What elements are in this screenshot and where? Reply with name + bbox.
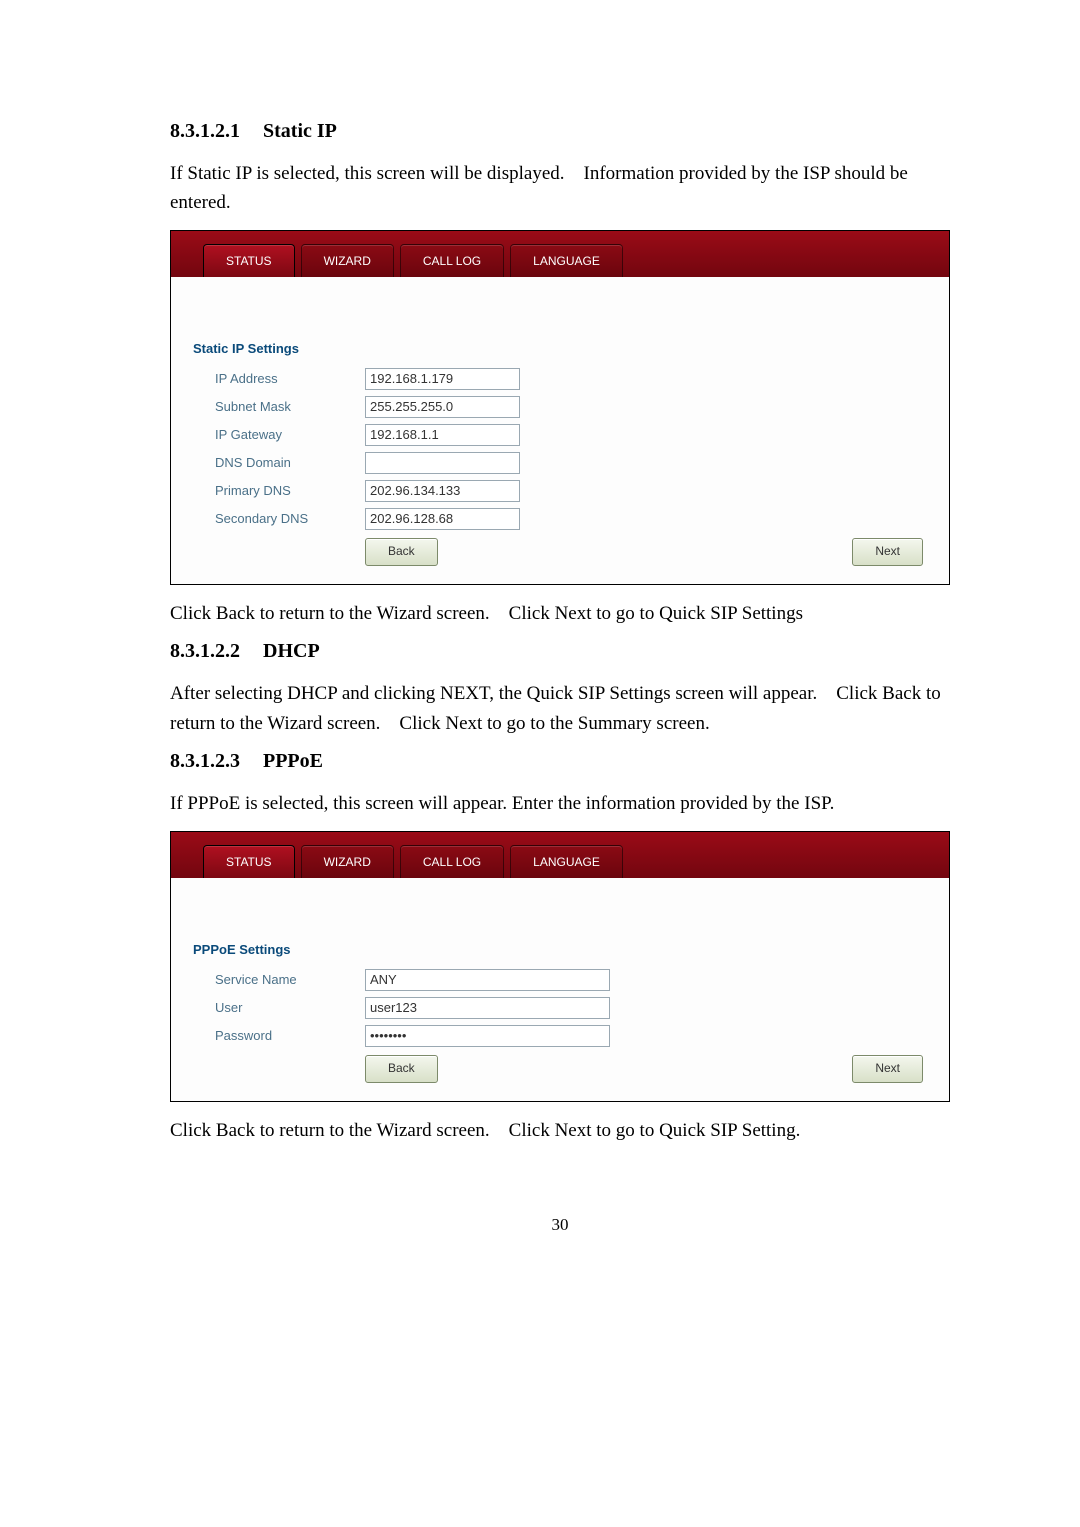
input-ip-gateway[interactable] <box>365 424 520 446</box>
heading-dhcp: 8.3.1.2.2 DHCP <box>170 640 950 663</box>
para-pppoe-after: Click Back to return to the Wizard scree… <box>170 1116 950 1145</box>
tab-language[interactable]: LANGUAGE <box>510 244 623 277</box>
input-subnet-mask[interactable] <box>365 396 520 418</box>
para-dhcp: After selecting DHCP and clicking NEXT, … <box>170 679 950 738</box>
label-subnet-mask: Subnet Mask <box>189 399 365 414</box>
label-secondary-dns: Secondary DNS <box>189 511 365 526</box>
input-ip-address[interactable] <box>365 368 520 390</box>
back-button[interactable]: Back <box>365 538 438 566</box>
heading-title: PPPoE <box>263 750 323 772</box>
panel-heading-static-ip: Static IP Settings <box>189 337 931 368</box>
back-button[interactable]: Back <box>365 1055 438 1083</box>
para-static-ip-intro: If Static IP is selected, this screen wi… <box>170 159 950 218</box>
label-primary-dns: Primary DNS <box>189 483 365 498</box>
tab-language[interactable]: LANGUAGE <box>510 845 623 878</box>
input-primary-dns[interactable] <box>365 480 520 502</box>
page-number: 30 <box>170 1215 950 1235</box>
input-service-name[interactable] <box>365 969 610 991</box>
heading-pppoe: 8.3.1.2.3 PPPoE <box>170 750 950 773</box>
tab-wizard[interactable]: WIZARD <box>301 845 394 878</box>
navbar: STATUS WIZARD CALL LOG LANGUAGE <box>171 832 949 878</box>
panel-heading-pppoe: PPPoE Settings <box>189 938 931 969</box>
tab-call-log[interactable]: CALL LOG <box>400 244 504 277</box>
input-password[interactable] <box>365 1025 610 1047</box>
input-user[interactable] <box>365 997 610 1019</box>
label-user: User <box>189 1000 365 1015</box>
heading-number: 8.3.1.2.1 <box>170 120 240 142</box>
label-dns-domain: DNS Domain <box>189 455 365 470</box>
heading-number: 8.3.1.2.3 <box>170 750 240 772</box>
tab-status[interactable]: STATUS <box>203 845 295 878</box>
heading-number: 8.3.1.2.2 <box>170 640 240 662</box>
next-button[interactable]: Next <box>852 1055 923 1083</box>
input-secondary-dns[interactable] <box>365 508 520 530</box>
label-ip-address: IP Address <box>189 371 365 386</box>
figure-static-ip: STATUS WIZARD CALL LOG LANGUAGE Static I… <box>170 230 950 585</box>
label-ip-gateway: IP Gateway <box>189 427 365 442</box>
panel-pppoe: PPPoE Settings Service Name User Passwor… <box>171 878 949 1101</box>
tab-wizard[interactable]: WIZARD <box>301 244 394 277</box>
label-service-name: Service Name <box>189 972 365 987</box>
heading-title: Static IP <box>263 120 337 142</box>
navbar: STATUS WIZARD CALL LOG LANGUAGE <box>171 231 949 277</box>
panel-static-ip: Static IP Settings IP Address Subnet Mas… <box>171 277 949 584</box>
tab-status[interactable]: STATUS <box>203 244 295 277</box>
para-pppoe-intro: If PPPoE is selected, this screen will a… <box>170 789 950 818</box>
figure-pppoe: STATUS WIZARD CALL LOG LANGUAGE PPPoE Se… <box>170 831 950 1102</box>
input-dns-domain[interactable] <box>365 452 520 474</box>
label-password: Password <box>189 1028 365 1043</box>
heading-title: DHCP <box>263 640 320 662</box>
heading-static-ip: 8.3.1.2.1 Static IP <box>170 120 950 143</box>
tab-call-log[interactable]: CALL LOG <box>400 845 504 878</box>
para-static-ip-after: Click Back to return to the Wizard scree… <box>170 599 950 628</box>
next-button[interactable]: Next <box>852 538 923 566</box>
